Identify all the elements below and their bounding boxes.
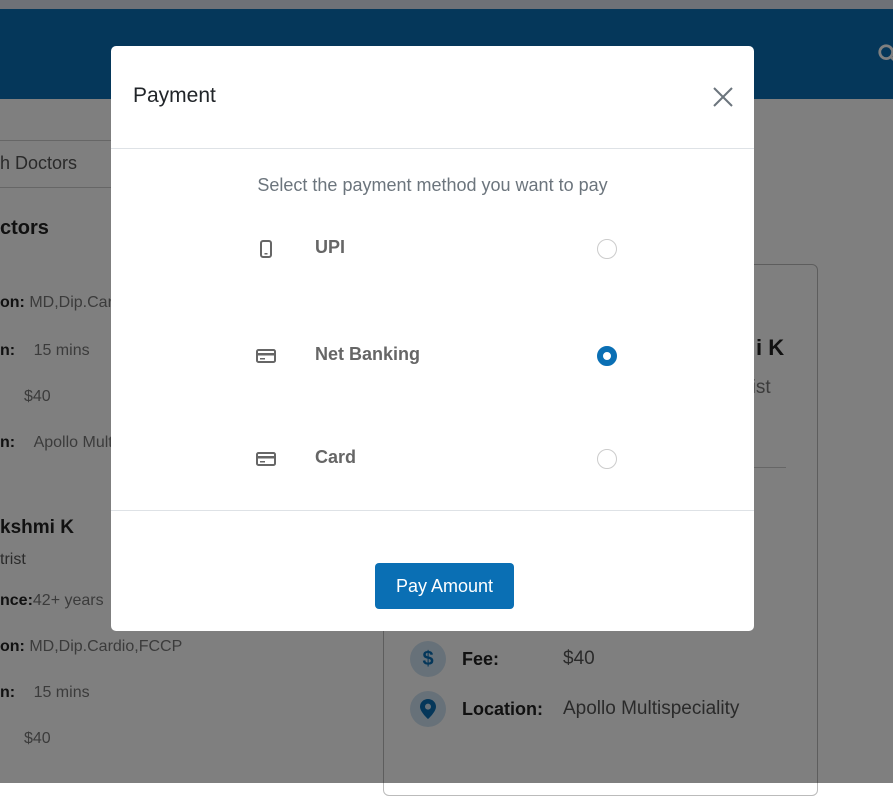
radio-card[interactable] [597, 449, 617, 469]
modal-header: Payment [111, 46, 754, 149]
bank-card-icon [251, 346, 281, 366]
payment-option-label: UPI [315, 237, 346, 257]
radio-net-banking[interactable] [597, 346, 617, 366]
radio-upi[interactable] [597, 239, 617, 259]
modal-body: Select the payment method you want to pa… [111, 149, 754, 511]
payment-option-card[interactable]: Card [251, 439, 631, 479]
credit-card-icon [251, 449, 281, 469]
payment-option-label: Card [315, 447, 357, 467]
pay-amount-button[interactable]: Pay Amount [375, 563, 514, 609]
payment-option-upi[interactable]: UPI [251, 229, 631, 269]
close-icon[interactable] [712, 86, 734, 108]
payment-modal: Payment Select the payment method you wa… [111, 46, 754, 631]
mobile-phone-icon [251, 239, 281, 259]
modal-title: Payment [133, 84, 216, 107]
payment-option-net-banking[interactable]: Net Banking [251, 336, 631, 376]
payment-option-label: Net Banking [315, 344, 421, 364]
payment-prompt: Select the payment method you want to pa… [257, 175, 608, 195]
